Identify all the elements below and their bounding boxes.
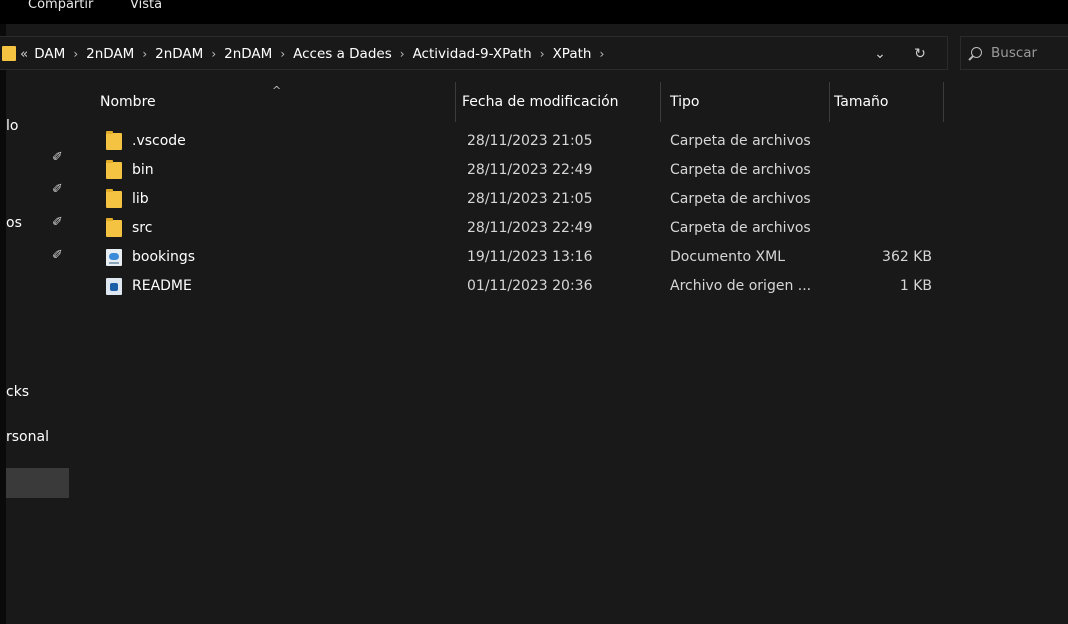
breadcrumb: « DAM › 2nDAM › 2nDAM › 2nDAM › Acces a … bbox=[20, 44, 612, 64]
file-type: Archivo de origen ... bbox=[670, 278, 812, 294]
breadcrumb-item[interactable]: 2nDAM bbox=[155, 46, 203, 62]
pin-icon: ✐ bbox=[52, 150, 63, 165]
nav-item[interactable]: lo bbox=[6, 116, 70, 140]
source-file-icon bbox=[106, 278, 122, 295]
column-header-name[interactable]: Nombre bbox=[100, 82, 156, 122]
nav-item[interactable]: rsonal bbox=[6, 427, 70, 451]
file-type: Documento XML bbox=[670, 249, 786, 265]
folder-icon bbox=[2, 46, 16, 61]
nav-item[interactable]: cks bbox=[6, 382, 70, 406]
pin-icon: ✐ bbox=[52, 182, 63, 197]
file-type: Carpeta de archivos bbox=[670, 191, 811, 207]
nav-item[interactable]: ✐ bbox=[6, 148, 70, 172]
file-modified: 01/11/2023 20:36 bbox=[467, 278, 593, 294]
pin-icon: ✐ bbox=[52, 248, 63, 263]
file-name: src bbox=[132, 220, 153, 236]
search-input[interactable]: Buscar bbox=[960, 36, 1068, 70]
file-modified: 28/11/2023 21:05 bbox=[467, 133, 593, 149]
ribbon-tabs: Compartir Vista bbox=[0, 0, 1068, 24]
navigation-pane: lo ✐ ✐ os ✐ ✐ cks rsonal bbox=[6, 70, 70, 624]
pin-icon: ✐ bbox=[52, 215, 63, 230]
nav-item-selected[interactable] bbox=[6, 468, 69, 498]
folder-icon bbox=[106, 218, 122, 237]
column-divider[interactable] bbox=[943, 82, 944, 122]
file-row[interactable]: README 01/11/2023 20:36 Archivo de orige… bbox=[92, 275, 952, 299]
breadcrumb-item[interactable]: 2nDAM bbox=[86, 46, 134, 62]
nav-item[interactable]: os ✐ bbox=[6, 213, 70, 237]
breadcrumb-item[interactable]: Actividad-9-XPath bbox=[413, 46, 532, 62]
nav-item[interactable]: ✐ bbox=[6, 246, 70, 270]
file-row[interactable]: bin 28/11/2023 22:49 Carpeta de archivos bbox=[92, 159, 952, 183]
breadcrumb-item[interactable]: 2nDAM bbox=[224, 46, 272, 62]
nav-item-label: lo bbox=[6, 118, 19, 134]
file-row[interactable]: bookings 19/11/2023 13:16 Documento XML … bbox=[92, 246, 952, 270]
sort-ascending-icon: ^ bbox=[272, 84, 282, 97]
column-divider[interactable] bbox=[660, 82, 661, 122]
breadcrumb-overflow[interactable]: « bbox=[20, 46, 34, 62]
file-name: bookings bbox=[132, 249, 196, 265]
nav-item-label: rsonal bbox=[6, 429, 49, 445]
column-header-size[interactable]: Tamaño bbox=[834, 82, 888, 122]
file-type: Carpeta de archivos bbox=[670, 220, 811, 236]
breadcrumb-separator[interactable]: › bbox=[203, 47, 224, 61]
breadcrumb-separator[interactable]: › bbox=[65, 47, 86, 61]
file-size: 1 KB bbox=[899, 278, 932, 294]
column-header-type[interactable]: Tipo bbox=[670, 82, 699, 122]
folder-icon bbox=[106, 160, 122, 179]
file-row[interactable]: .vscode 28/11/2023 21:05 Carpeta de arch… bbox=[92, 130, 952, 154]
nav-item-label: cks bbox=[6, 384, 30, 400]
xml-file-icon bbox=[106, 249, 122, 266]
file-modified: 28/11/2023 21:05 bbox=[467, 191, 593, 207]
search-placeholder: Buscar bbox=[991, 45, 1038, 61]
folder-icon bbox=[106, 189, 122, 208]
file-name: lib bbox=[132, 191, 149, 207]
breadcrumb-separator[interactable]: › bbox=[532, 47, 553, 61]
file-name: bin bbox=[132, 162, 154, 178]
breadcrumb-item[interactable]: XPath bbox=[553, 46, 592, 62]
file-name: README bbox=[132, 278, 192, 294]
column-header-row: ^ Nombre Fecha de modificación Tipo Tama… bbox=[92, 82, 1068, 122]
file-row[interactable]: src 28/11/2023 22:49 Carpeta de archivos bbox=[92, 217, 952, 241]
column-divider[interactable] bbox=[829, 82, 830, 122]
folder-icon bbox=[106, 131, 122, 150]
column-divider[interactable] bbox=[455, 82, 456, 122]
tab-compartir[interactable]: Compartir bbox=[28, 0, 93, 12]
search-icon bbox=[971, 47, 982, 58]
file-size: 362 KB bbox=[882, 249, 932, 265]
file-name: .vscode bbox=[132, 133, 186, 149]
breadcrumb-item[interactable]: DAM bbox=[34, 46, 65, 62]
breadcrumb-separator[interactable]: › bbox=[272, 47, 293, 61]
file-row[interactable]: lib 28/11/2023 21:05 Carpeta de archivos bbox=[92, 188, 952, 212]
column-header-modified[interactable]: Fecha de modificación bbox=[462, 82, 619, 122]
file-modified: 28/11/2023 22:49 bbox=[467, 220, 593, 236]
breadcrumb-separator[interactable]: › bbox=[392, 47, 413, 61]
nav-item-label: os bbox=[6, 215, 22, 231]
file-modified: 19/11/2023 13:16 bbox=[467, 249, 593, 265]
file-type: Carpeta de archivos bbox=[670, 133, 811, 149]
file-type: Carpeta de archivos bbox=[670, 162, 811, 178]
breadcrumb-separator[interactable]: › bbox=[134, 47, 155, 61]
address-bar[interactable]: « DAM › 2nDAM › 2nDAM › 2nDAM › Acces a … bbox=[0, 36, 948, 70]
breadcrumb-separator[interactable]: › bbox=[591, 47, 612, 61]
file-modified: 28/11/2023 22:49 bbox=[467, 162, 593, 178]
refresh-icon[interactable]: ↻ bbox=[906, 43, 934, 65]
chevron-down-icon[interactable]: ⌄ bbox=[866, 43, 894, 65]
tab-vista[interactable]: Vista bbox=[130, 0, 162, 12]
breadcrumb-item[interactable]: Acces a Dades bbox=[293, 46, 392, 62]
nav-item[interactable]: ✐ bbox=[6, 180, 70, 204]
